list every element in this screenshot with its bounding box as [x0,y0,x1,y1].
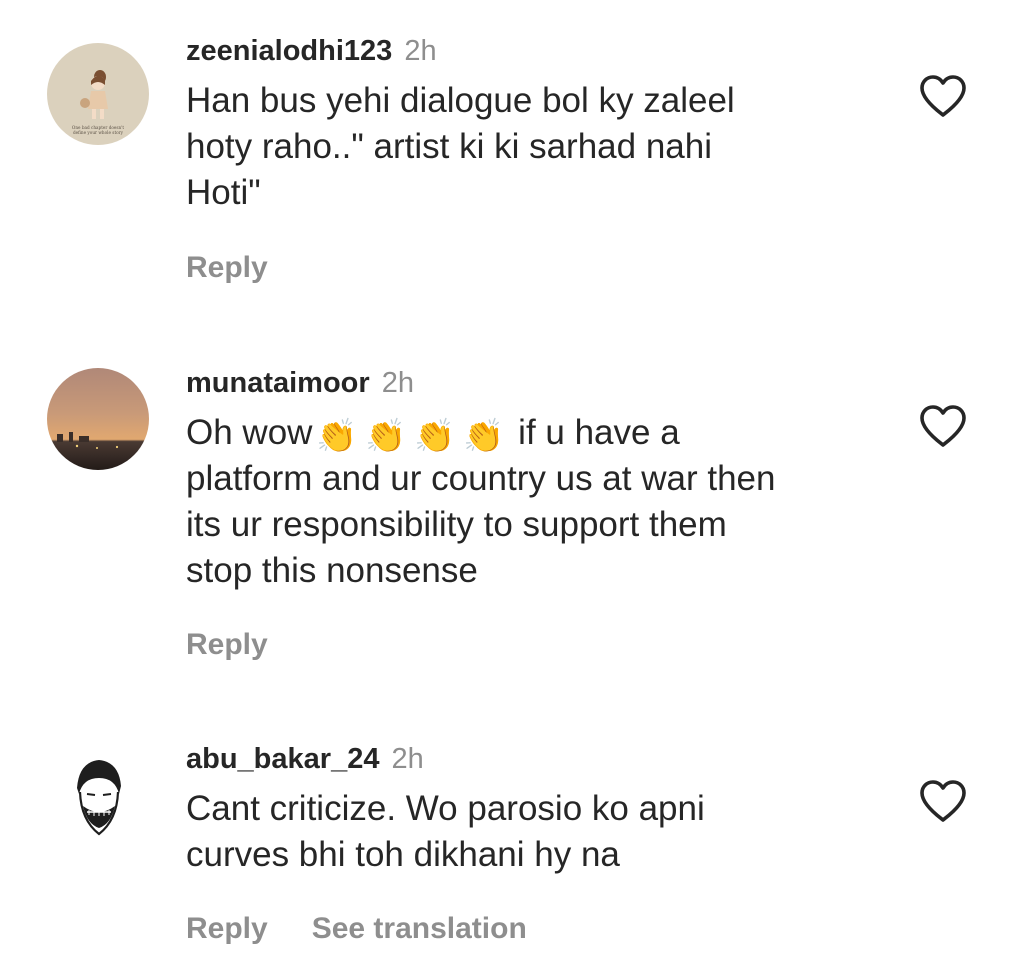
comment-actions: Reply See translation [186,912,527,946]
clapping-hands-emoji: 👏 [414,417,456,454]
avatar-sunset-photo [47,368,149,470]
comment-item: abu_bakar_24 2h Cant criticize. Wo parosi… [0,700,1024,960]
reply-button[interactable]: Reply [186,251,268,284]
comment-text-start: Oh wow [186,413,313,452]
username[interactable]: munataimoor [186,367,370,399]
avatar[interactable] [47,368,149,470]
comment-text: Han bus yehi dialogue bol ky zaleel hoty… [186,81,735,212]
see-translation-button[interactable]: See translation [312,912,527,945]
comment-body: abu_bakar_24 2h Cant criticize. Wo parosi… [186,742,886,878]
comment-item: munataimoor 2h Oh wow 👏 👏 👏 👏 if u have a pla… [0,320,1024,700]
reply-button[interactable]: Reply [186,628,268,661]
comment-text: Cant criticize. Wo parosio ko apni curve… [186,789,705,874]
comment-header: zeenialodhi123 2h [186,34,886,68]
heart-outline-icon[interactable] [918,73,968,119]
comment-body: munataimoor 2h Oh wow 👏 👏 👏 👏 if u have a pla… [186,366,886,594]
avatar[interactable] [47,748,149,850]
comment-text: Oh wow 👏 👏 👏 👏 if u have a platform and ur c… [186,410,886,594]
comment-actions: Reply [186,251,268,285]
comment-header: munataimoor 2h [186,366,886,400]
timestamp: 2h [381,367,414,399]
heart-outline-icon[interactable] [918,403,968,449]
username[interactable]: abu_bakar_24 [186,743,379,775]
avatar-illustration: One bad chapter doesn't define your whol… [47,43,149,145]
comment-item: One bad chapter doesn't define your whol… [0,0,1024,320]
clapping-hands-emoji: 👏 [463,417,505,454]
avatar[interactable]: One bad chapter doesn't define your whol… [47,43,149,145]
comment-body: zeenialodhi123 2h Han bus yehi dialogue b… [186,34,886,216]
timestamp: 2h [404,35,437,67]
avatar-sketch-face [47,748,149,850]
reply-button[interactable]: Reply [186,912,268,945]
username[interactable]: zeenialodhi123 [186,35,392,67]
svg-text:define your whole story: define your whole story [73,130,124,135]
comment-header: abu_bakar_24 2h [186,742,886,776]
heart-outline-icon[interactable] [918,778,968,824]
clapping-hands-emoji: 👏 [365,417,407,454]
clapping-hands-emoji: 👏 [316,417,358,454]
timestamp: 2h [391,743,424,775]
comment-actions: Reply [186,628,268,662]
